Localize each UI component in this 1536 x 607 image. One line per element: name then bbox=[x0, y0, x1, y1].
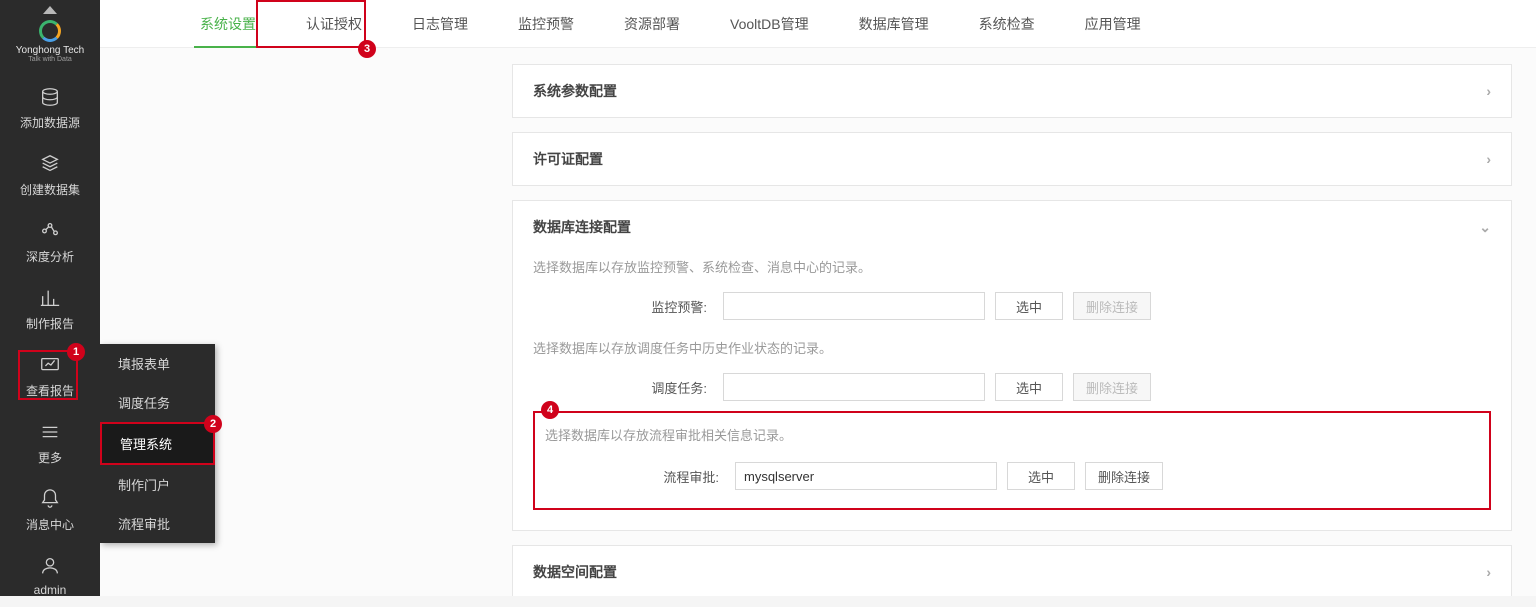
delete-connection-button: 删除连接 bbox=[1073, 373, 1151, 401]
panel-header-data-space[interactable]: 数据空间配置 › bbox=[513, 546, 1511, 596]
panel-header-system-params[interactable]: 系统参数配置 › bbox=[513, 65, 1511, 117]
db-desc-2: 选择数据库以存放调度任务中历史作业状态的记录。 bbox=[533, 338, 1491, 357]
label-schedule: 调度任务: bbox=[533, 378, 713, 397]
brand-logo: Yonghong Tech Talk with Data bbox=[16, 20, 84, 64]
highlight-box-approval: 4 选择数据库以存放流程审批相关信息记录。 流程审批: 选中 删除连接 bbox=[533, 411, 1491, 510]
tab-resource[interactable]: 资源部署 bbox=[618, 0, 686, 48]
highlight-box-more: 1 bbox=[18, 350, 78, 400]
dataset-icon bbox=[39, 153, 61, 175]
logo-icon bbox=[39, 20, 61, 42]
tab-label: 数据库管理 bbox=[859, 14, 929, 34]
sidebar-item-create-report[interactable]: 制作报告 bbox=[0, 275, 100, 342]
label-monitor: 监控预警: bbox=[533, 297, 713, 316]
flyout-item-schedule[interactable]: 调度任务 bbox=[100, 383, 215, 422]
panel-title: 系统参数配置 bbox=[533, 81, 617, 101]
flyout-item-manage-system[interactable]: 管理系统 2 bbox=[100, 422, 215, 465]
menu-icon bbox=[39, 421, 61, 443]
row-monitor: 监控预警: 选中 删除连接 bbox=[533, 292, 1491, 320]
chevron-right-icon: › bbox=[1486, 151, 1491, 167]
sidebar-item-create-dataset[interactable]: 创建数据集 bbox=[0, 141, 100, 208]
select-button[interactable]: 选中 bbox=[995, 292, 1063, 320]
flyout-item-approval[interactable]: 流程审批 bbox=[100, 504, 215, 543]
panel-data-space: 数据空间配置 › bbox=[512, 545, 1512, 596]
chevron-right-icon: › bbox=[1486, 564, 1491, 580]
sidebar-item-more[interactable]: 更多 bbox=[0, 409, 100, 476]
delete-connection-button[interactable]: 删除连接 bbox=[1085, 462, 1163, 490]
input-schedule[interactable] bbox=[723, 373, 985, 401]
tab-label: 日志管理 bbox=[412, 14, 468, 34]
db-desc-1: 选择数据库以存放监控预警、系统检查、消息中心的记录。 bbox=[533, 257, 1491, 276]
annotation-badge-1: 1 bbox=[67, 343, 85, 361]
tab-label: VooltDB管理 bbox=[730, 14, 809, 34]
annotation-badge-2: 2 bbox=[204, 415, 222, 433]
tab-label: 监控预警 bbox=[518, 14, 574, 34]
panel-body-db-connection: 选择数据库以存放监控预警、系统检查、消息中心的记录。 监控预警: 选中 删除连接… bbox=[513, 253, 1511, 530]
panel-title: 许可证配置 bbox=[533, 149, 603, 169]
select-button[interactable]: 选中 bbox=[1007, 462, 1075, 490]
row-approval: 流程审批: 选中 删除连接 bbox=[545, 462, 1479, 490]
tab-monitor[interactable]: 监控预警 bbox=[512, 0, 580, 48]
brand-tagline: Talk with Data bbox=[28, 56, 72, 64]
top-tabs: 系统设置 认证授权 日志管理 监控预警 资源部署 VooltDB管理 数据库管理… bbox=[100, 0, 1536, 48]
label-approval: 流程审批: bbox=[545, 467, 725, 486]
content-scroll[interactable]: 系统参数配置 › 许可证配置 › 数据库连接配置 ⌄ bbox=[100, 48, 1536, 596]
sidebar-item-messages[interactable]: 消息中心 bbox=[0, 476, 100, 543]
input-approval[interactable] bbox=[735, 462, 997, 490]
panel-db-connection: 数据库连接配置 ⌄ 选择数据库以存放监控预警、系统检查、消息中心的记录。 监控预… bbox=[512, 200, 1512, 531]
tab-log[interactable]: 日志管理 bbox=[406, 0, 474, 48]
annotation-badge-3: 3 bbox=[358, 40, 376, 58]
sidebar-item-deep-analysis[interactable]: 深度分析 bbox=[0, 208, 100, 275]
tab-label: 系统检查 bbox=[979, 14, 1035, 34]
tab-system-settings[interactable]: 系统设置 bbox=[194, 0, 262, 48]
tab-label: 系统设置 bbox=[200, 14, 256, 34]
flyout-item-label: 填报表单 bbox=[118, 357, 170, 372]
flyout-item-label: 流程审批 bbox=[118, 517, 170, 532]
tab-database[interactable]: 数据库管理 bbox=[853, 0, 935, 48]
sidebar-item-label: 深度分析 bbox=[26, 248, 74, 265]
tab-syscheck[interactable]: 系统检查 bbox=[973, 0, 1041, 48]
sidebar: Yonghong Tech Talk with Data 添加数据源 创建数据集… bbox=[0, 0, 100, 596]
flyout-item-fill-form[interactable]: 填报表单 bbox=[100, 344, 215, 383]
chevron-down-icon: ⌄ bbox=[1479, 219, 1491, 236]
main-area: 系统设置 认证授权 日志管理 监控预警 资源部署 VooltDB管理 数据库管理… bbox=[100, 0, 1536, 596]
row-schedule: 调度任务: 选中 删除连接 bbox=[533, 373, 1491, 401]
brand-name: Yonghong Tech bbox=[16, 46, 84, 56]
sidebar-item-label: 更多 bbox=[38, 449, 62, 466]
select-button[interactable]: 选中 bbox=[995, 373, 1063, 401]
flyout-item-portal[interactable]: 制作门户 bbox=[100, 465, 215, 504]
report-icon bbox=[39, 287, 61, 309]
tab-label: 应用管理 bbox=[1085, 14, 1141, 34]
panel-title: 数据空间配置 bbox=[533, 562, 617, 582]
panel-license: 许可证配置 › bbox=[512, 132, 1512, 186]
tab-label: 资源部署 bbox=[624, 14, 680, 34]
highlight-box-tab bbox=[256, 0, 366, 48]
sidebar-item-label: admin bbox=[34, 583, 67, 597]
delete-connection-button: 删除连接 bbox=[1073, 292, 1151, 320]
tab-app[interactable]: 应用管理 bbox=[1079, 0, 1147, 48]
input-monitor[interactable] bbox=[723, 292, 985, 320]
bell-icon bbox=[39, 488, 61, 510]
more-flyout-menu: 填报表单 调度任务 管理系统 2 制作门户 流程审批 bbox=[100, 344, 215, 543]
collapse-up-icon[interactable] bbox=[43, 6, 57, 14]
sidebar-item-label: 添加数据源 bbox=[20, 114, 80, 131]
sidebar-item-label: 消息中心 bbox=[26, 516, 74, 533]
panel-header-db-connection[interactable]: 数据库连接配置 ⌄ bbox=[513, 201, 1511, 253]
annotation-badge-4: 4 bbox=[541, 401, 559, 419]
panel-header-license[interactable]: 许可证配置 › bbox=[513, 133, 1511, 185]
db-desc-3: 选择数据库以存放流程审批相关信息记录。 bbox=[545, 425, 1479, 444]
flyout-item-label: 管理系统 bbox=[120, 437, 172, 452]
flyout-item-label: 制作门户 bbox=[118, 478, 170, 493]
sidebar-item-label: 制作报告 bbox=[26, 315, 74, 332]
sidebar-item-label: 创建数据集 bbox=[20, 181, 80, 198]
chevron-right-icon: › bbox=[1486, 83, 1491, 99]
user-icon bbox=[39, 555, 61, 577]
tab-vooltdb[interactable]: VooltDB管理 bbox=[724, 0, 815, 48]
panel-system-params: 系统参数配置 › bbox=[512, 64, 1512, 118]
database-icon bbox=[39, 86, 61, 108]
panel-title: 数据库连接配置 bbox=[533, 217, 631, 237]
flyout-item-label: 调度任务 bbox=[118, 396, 170, 411]
analysis-icon bbox=[39, 220, 61, 242]
sidebar-item-user[interactable]: admin bbox=[0, 543, 100, 607]
sidebar-item-add-datasource[interactable]: 添加数据源 bbox=[0, 74, 100, 141]
